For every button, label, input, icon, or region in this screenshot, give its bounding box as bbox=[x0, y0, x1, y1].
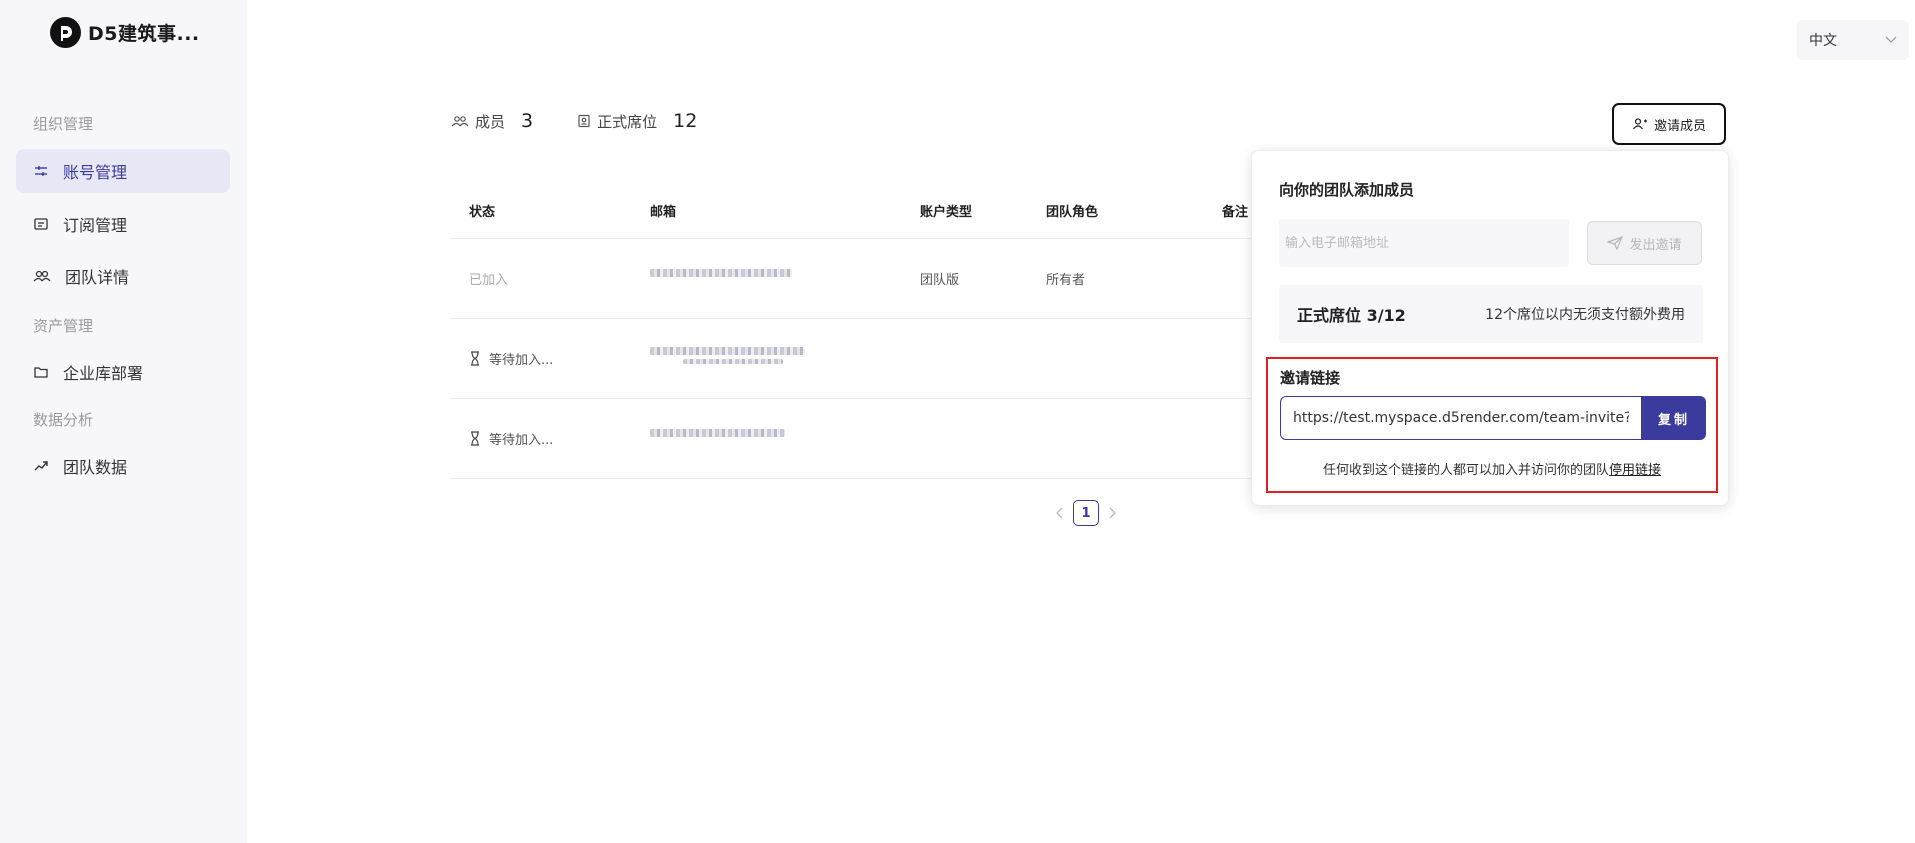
seat-info: 正式席位 3/12 12个席位以内无须支付额外费用 bbox=[1279, 285, 1703, 343]
seat-usage: 正式席位 3/12 bbox=[1297, 306, 1406, 325]
members-table: 状态 邮箱 账户类型 团队角色 备注 已加入 团队版 所有者 等待加入... 等… bbox=[451, 180, 1251, 479]
chevron-right-icon[interactable] bbox=[1109, 507, 1117, 519]
page-number[interactable]: 1 bbox=[1073, 500, 1099, 526]
section-asset-management: 资产管理 bbox=[33, 317, 94, 335]
send-icon bbox=[1607, 236, 1624, 250]
receipt-icon bbox=[34, 218, 48, 230]
members-label: 成员 bbox=[475, 112, 506, 131]
email-input[interactable] bbox=[1279, 219, 1569, 267]
header-status: 状态 bbox=[469, 205, 496, 220]
invite-link-row: 复制 bbox=[1280, 396, 1706, 440]
sidebar-item-team-details[interactable]: 团队详情 bbox=[16, 254, 230, 298]
folder-icon bbox=[34, 367, 48, 378]
members-count: 3 bbox=[521, 110, 534, 132]
sidebar-item-label: 账号管理 bbox=[63, 163, 128, 182]
seats-count: 12 bbox=[673, 110, 698, 132]
invite-member-button[interactable]: 邀请成员 bbox=[1612, 103, 1726, 145]
row-status: 等待加入... bbox=[489, 353, 554, 368]
invite-link-input[interactable] bbox=[1280, 396, 1642, 440]
brand-name: D5建筑事... bbox=[88, 23, 200, 45]
invite-link-note-text: 任何收到这个链接的人都可以加入并访问你的团队 bbox=[1322, 463, 1609, 478]
redacted-email bbox=[650, 347, 805, 364]
section-org-management: 组织管理 bbox=[33, 115, 94, 133]
hourglass-icon bbox=[471, 351, 479, 366]
pagination: 1 bbox=[1055, 500, 1117, 526]
chevron-left-icon[interactable] bbox=[1055, 507, 1063, 519]
invite-link-title: 邀请链接 bbox=[1280, 369, 1341, 387]
copy-button[interactable]: 复制 bbox=[1642, 396, 1706, 440]
sidebar: D5建筑事... 组织管理 账号管理 订阅管理 团队详情 资产管理 企业库部署 … bbox=[0, 0, 247, 843]
chevron-down-icon bbox=[1885, 36, 1897, 43]
row-account-type: 团队版 bbox=[920, 273, 960, 288]
header-notes: 备注 bbox=[1222, 205, 1249, 220]
team-icon bbox=[33, 270, 51, 282]
table-header: 状态 邮箱 账户类型 团队角色 备注 bbox=[451, 180, 1251, 239]
row-status-cell: 等待加入... bbox=[469, 349, 553, 368]
invite-member-label: 邀请成员 bbox=[1653, 117, 1706, 133]
send-invite-button[interactable]: 发出邀请 bbox=[1587, 221, 1702, 265]
sidebar-item-team-data[interactable]: 团队数据 bbox=[16, 444, 230, 488]
send-invite-label: 发出邀请 bbox=[1629, 237, 1682, 253]
hourglass-icon bbox=[471, 431, 479, 446]
language-select[interactable]: 中文 bbox=[1797, 20, 1909, 60]
invite-link-note: 任何收到这个链接的人都可以加入并访问你的团队停用链接 bbox=[1268, 459, 1716, 478]
sliders-icon bbox=[35, 166, 47, 176]
row-status-cell: 等待加入... bbox=[469, 429, 553, 448]
team-icon bbox=[451, 116, 469, 127]
add-user-icon bbox=[1633, 118, 1647, 130]
table-row: 等待加入... bbox=[451, 319, 1251, 399]
trend-icon bbox=[34, 461, 48, 471]
header-team-role: 团队角色 bbox=[1046, 205, 1099, 220]
table-row: 等待加入... bbox=[451, 399, 1251, 479]
popover-title: 向你的团队添加成员 bbox=[1279, 181, 1415, 199]
invite-popover: 向你的团队添加成员 发出邀请 正式席位 3/12 12个席位以内无须支付额外费用… bbox=[1251, 150, 1729, 506]
seat-note: 12个席位以内无须支付额外费用 bbox=[1485, 307, 1685, 323]
sidebar-item-enterprise-library[interactable]: 企业库部署 bbox=[16, 350, 230, 394]
sidebar-item-subscription[interactable]: 订阅管理 bbox=[16, 202, 230, 246]
invite-link-section: 邀请链接 复制 任何收到这个链接的人都可以加入并访问你的团队停用链接 bbox=[1266, 357, 1718, 493]
header-account-type: 账户类型 bbox=[920, 205, 973, 220]
seats-label: 正式席位 bbox=[597, 112, 658, 131]
row-status: 已加入 bbox=[469, 273, 509, 288]
disable-link-button[interactable]: 停用链接 bbox=[1609, 463, 1661, 478]
brand[interactable]: D5建筑事... bbox=[50, 17, 200, 48]
row-status: 等待加入... bbox=[489, 433, 554, 448]
seat-icon bbox=[578, 114, 590, 128]
redacted-email bbox=[650, 429, 785, 437]
table-row: 已加入 团队版 所有者 bbox=[451, 239, 1251, 319]
sidebar-item-label: 企业库部署 bbox=[63, 364, 144, 383]
header-email: 邮箱 bbox=[650, 205, 677, 220]
language-selected: 中文 bbox=[1809, 33, 1837, 49]
members-stat: 成员 3 bbox=[451, 110, 533, 132]
redacted-email bbox=[650, 269, 792, 277]
seats-stat: 正式席位 12 bbox=[577, 110, 697, 132]
row-team-role: 所有者 bbox=[1046, 273, 1086, 288]
section-data-analysis: 数据分析 bbox=[33, 411, 94, 429]
sidebar-item-account-management[interactable]: 账号管理 bbox=[16, 149, 230, 193]
sidebar-item-label: 团队详情 bbox=[65, 268, 130, 287]
sidebar-item-label: 订阅管理 bbox=[63, 216, 128, 235]
d5-logo-icon bbox=[50, 17, 81, 48]
stats-bar: 成员 3 正式席位 12 bbox=[451, 110, 697, 132]
sidebar-item-label: 团队数据 bbox=[63, 458, 128, 477]
